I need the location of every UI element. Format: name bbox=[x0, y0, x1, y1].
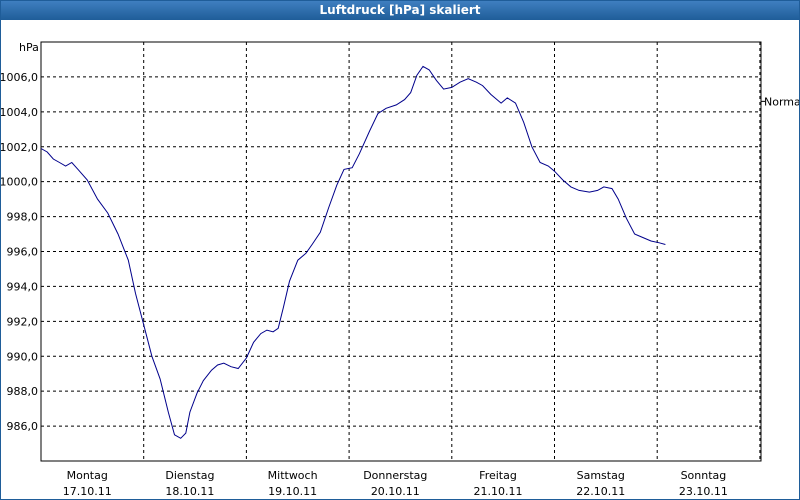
y-tick-label: 996,0 bbox=[7, 246, 39, 259]
y-tick-label: 1004,0 bbox=[1, 106, 38, 119]
x-tick-day-label: Donnerstag bbox=[363, 469, 427, 482]
y-tick-label: 990,0 bbox=[7, 350, 39, 363]
x-tick-date-label: 18.10.11 bbox=[165, 485, 214, 498]
y-tick-label: 988,0 bbox=[7, 385, 39, 398]
x-axis: Montag 17.10.11 Dienstag 18.10.11 Mittwoch 19… bbox=[63, 469, 728, 498]
chart-window: Luftdruck [hPa] skaliert hPa 986,0 988,0 9… bbox=[0, 0, 800, 500]
y-tick-label: 994,0 bbox=[7, 280, 39, 293]
x-tick-day-label: Samstag bbox=[577, 469, 625, 482]
x-tick-date-label: 21.10.11 bbox=[474, 485, 523, 498]
y-axis: hPa 986,0 988,0 990,0 992,0 994,0 996,0 998,0 1… bbox=[1, 41, 39, 433]
x-tick-day-label: Freitag bbox=[479, 469, 517, 482]
x-tick-day-label: Dienstag bbox=[165, 469, 214, 482]
x-tick-date-label: 23.10.11 bbox=[679, 485, 728, 498]
y-axis-label: hPa bbox=[19, 41, 39, 54]
x-tick-date-label: 17.10.11 bbox=[63, 485, 112, 498]
normal-label: Normal bbox=[764, 95, 799, 108]
x-tick-day-label: Montag bbox=[67, 469, 108, 482]
normal-reference: Normal bbox=[761, 95, 799, 108]
x-tick-date-label: 20.10.11 bbox=[371, 485, 420, 498]
y-tick-label: 1006,0 bbox=[1, 71, 38, 84]
y-tick-label: 1000,0 bbox=[1, 176, 38, 189]
y-tick-label: 998,0 bbox=[7, 211, 39, 224]
x-tick-date-label: 19.10.11 bbox=[268, 485, 317, 498]
y-tick-label: 992,0 bbox=[7, 315, 39, 328]
y-tick-label: 986,0 bbox=[7, 420, 39, 433]
pressure-chart: hPa 986,0 988,0 990,0 992,0 994,0 996,0 998,0 1… bbox=[1, 41, 799, 498]
x-tick-day-label: Sonntag bbox=[681, 469, 727, 482]
x-tick-date-label: 22.10.11 bbox=[576, 485, 625, 498]
y-tick-label: 1002,0 bbox=[1, 141, 38, 154]
x-tick-day-label: Mittwoch bbox=[268, 469, 318, 482]
